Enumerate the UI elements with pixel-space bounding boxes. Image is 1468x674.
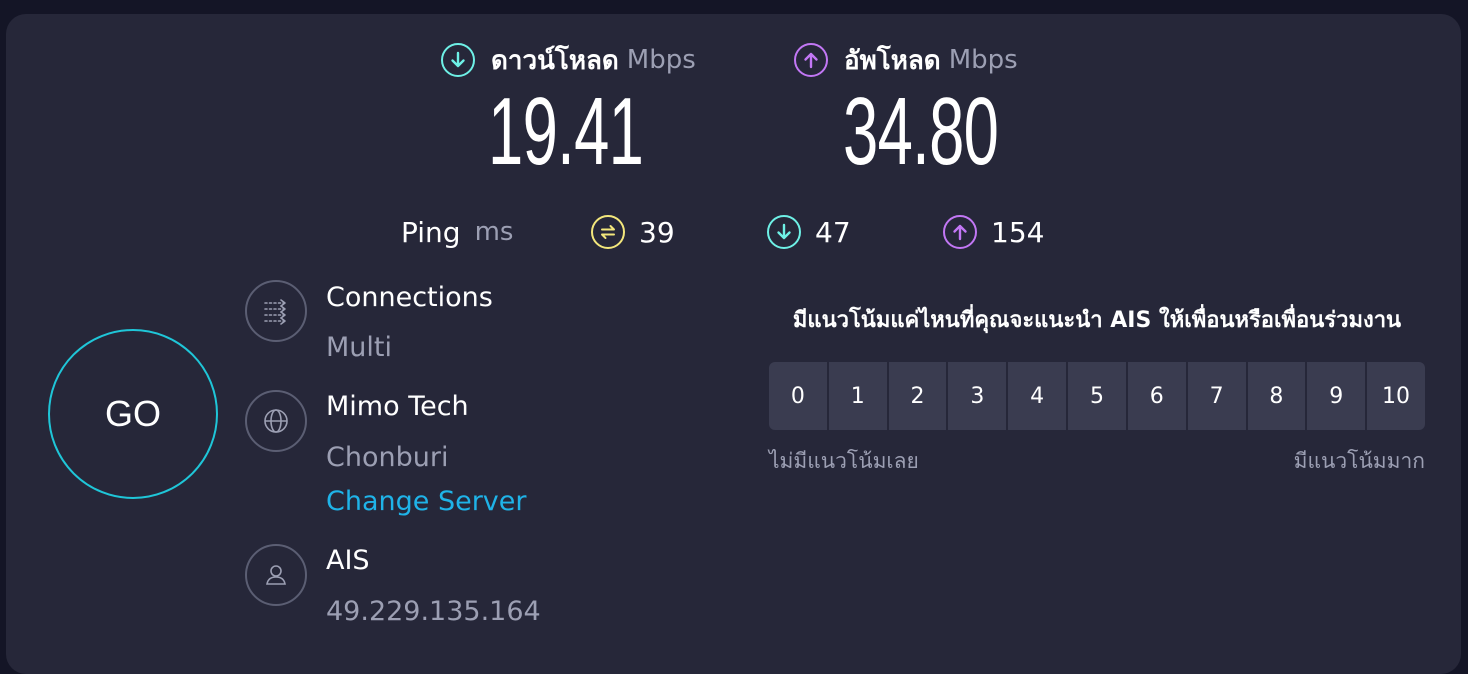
server-location: Chonburi	[326, 442, 449, 473]
rating-option-0[interactable]: 0	[769, 362, 827, 430]
survey-question: มีแนวโน้มแค่ไหนที่คุณจะแนะนำ AIS ให้เพื่…	[792, 308, 1402, 333]
download-speed-value: 19.41	[488, 78, 644, 185]
rating-option-2[interactable]: 2	[888, 362, 947, 430]
download-label: ดาวน์โหลด	[491, 45, 619, 76]
rating-option-10[interactable]: 10	[1367, 362, 1425, 430]
globe-icon	[245, 390, 307, 452]
download-arrow-icon	[767, 215, 801, 249]
upload-arrow-icon	[943, 215, 977, 249]
upload-label: อัพโหลด	[844, 45, 941, 76]
ping-download-value: 47	[815, 215, 851, 249]
provider-name: AIS	[326, 545, 370, 576]
download-header: ดาวน์โหลด Mbps	[441, 42, 696, 78]
rating-scale: 0 1 2 3 4 5 6 7 8 9 10	[769, 362, 1425, 430]
ping-header: Ping ms	[401, 212, 513, 252]
ping-idle: 39	[591, 212, 675, 252]
rating-option-7[interactable]: 7	[1187, 362, 1246, 430]
rating-option-3[interactable]: 3	[948, 362, 1007, 430]
scale-high-label: มีแนวโน้มมาก	[1293, 449, 1425, 473]
upload-arrow-icon	[794, 43, 828, 77]
download-arrow-icon	[441, 43, 475, 77]
connections-value: Multi	[326, 332, 392, 363]
scale-low-label: ไม่มีแนวโน้มเลย	[769, 449, 919, 473]
upload-header: อัพโหลด Mbps	[794, 42, 1018, 78]
connections-title: Connections	[326, 282, 493, 313]
upload-unit: Mbps	[948, 45, 1018, 75]
ping-upload: 154	[943, 212, 1044, 252]
results-card	[6, 14, 1461, 674]
user-icon	[245, 544, 307, 606]
ping-download: 47	[767, 212, 851, 252]
ping-idle-value: 39	[639, 215, 675, 249]
ping-jitter-icon	[591, 215, 625, 249]
ping-unit: ms	[474, 217, 514, 247]
rating-option-1[interactable]: 1	[828, 362, 887, 430]
rating-option-8[interactable]: 8	[1247, 362, 1306, 430]
ping-upload-value: 154	[991, 215, 1045, 249]
change-server-link[interactable]: Change Server	[326, 486, 527, 517]
go-button-label: GO	[104, 393, 161, 434]
provider-ip: 49.229.135.164	[326, 596, 541, 627]
rating-option-6[interactable]: 6	[1127, 362, 1186, 430]
rating-option-9[interactable]: 9	[1307, 362, 1366, 430]
download-unit: Mbps	[626, 45, 696, 75]
server-name: Mimo Tech	[326, 391, 469, 422]
ping-label: Ping	[401, 215, 461, 249]
upload-speed-value: 34.80	[843, 78, 999, 185]
connections-icon	[245, 280, 307, 342]
rating-option-5[interactable]: 5	[1068, 362, 1126, 430]
go-button[interactable]: GO	[48, 329, 218, 499]
rating-option-4[interactable]: 4	[1008, 362, 1067, 430]
